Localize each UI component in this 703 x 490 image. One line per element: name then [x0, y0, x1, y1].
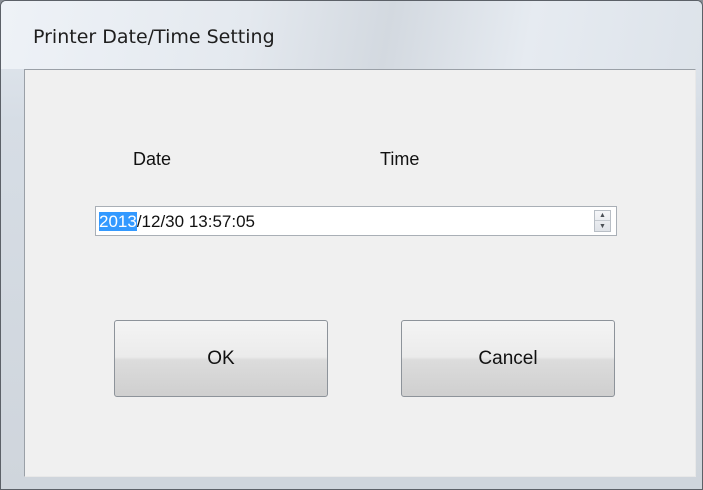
spin-buttons[interactable]: ▲ ▼	[594, 210, 611, 232]
spin-up-icon[interactable]: ▲	[595, 211, 610, 221]
datetime-rest[interactable]: /12/30 13:57:05	[137, 212, 255, 231]
cancel-button[interactable]: Cancel	[401, 320, 615, 397]
datetime-value[interactable]: 2013/12/30 13:57:05	[99, 212, 255, 232]
datetime-picker[interactable]: 2013/12/30 13:57:05 ▲ ▼	[95, 206, 617, 236]
ok-button[interactable]: OK	[114, 320, 328, 397]
dialog-window: Printer Date/Time Setting Date Time 2013…	[0, 0, 703, 490]
time-label: Time	[380, 149, 420, 169]
window-title: Printer Date/Time Setting	[33, 26, 275, 48]
date-label: Date	[133, 149, 172, 169]
title-bar[interactable]: Printer Date/Time Setting	[1, 1, 702, 69]
dialog-client-area: Date Time 2013/12/30 13:57:05 ▲ ▼ OK Can…	[24, 69, 696, 477]
datetime-selected-year[interactable]: 2013	[99, 212, 137, 231]
spin-down-icon[interactable]: ▼	[595, 221, 610, 231]
